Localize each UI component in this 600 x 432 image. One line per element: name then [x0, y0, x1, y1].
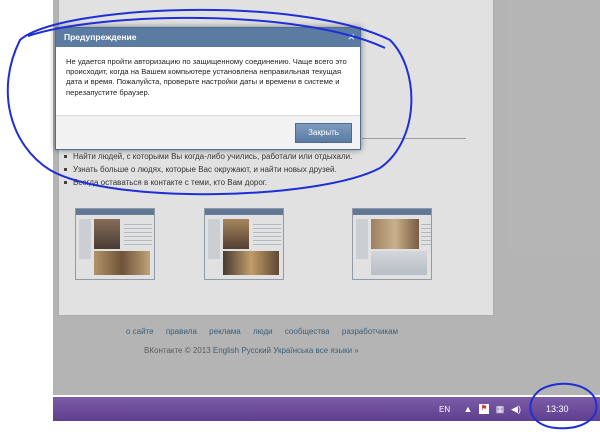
- bottom-margin: [53, 421, 600, 432]
- arrow-up-icon[interactable]: ▲: [463, 404, 473, 414]
- dialog-message: Не удается пройти авторизацию по защищен…: [66, 57, 347, 97]
- volume-icon[interactable]: ◀): [511, 404, 521, 414]
- dialog-footer: Закрыть: [56, 115, 360, 149]
- network-icon[interactable]: ▦: [495, 404, 505, 414]
- close-button[interactable]: Закрыть: [295, 123, 352, 143]
- flag-icon[interactable]: ⚑: [479, 404, 489, 414]
- dialog-header: Предупреждение ✕: [56, 28, 360, 47]
- clock[interactable]: 13:30: [546, 397, 569, 421]
- system-tray: ▲ ⚑ ▦ ◀): [463, 397, 521, 421]
- dialog-title: Предупреждение: [64, 32, 137, 42]
- warning-dialog: Предупреждение ✕ Не удается пройти автор…: [55, 27, 361, 150]
- language-indicator[interactable]: EN: [439, 397, 450, 421]
- taskbar: EN ▲ ⚑ ▦ ◀) 13:30: [53, 397, 600, 421]
- close-icon[interactable]: ✕: [347, 28, 355, 47]
